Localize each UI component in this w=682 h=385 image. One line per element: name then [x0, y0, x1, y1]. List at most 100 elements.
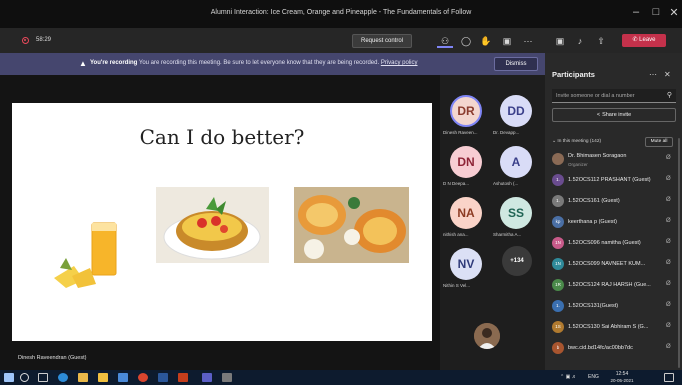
mic-off-icon: Ø	[666, 197, 671, 203]
recording-message: You're recording You are recording this …	[90, 60, 418, 66]
reactions-icon[interactable]: ✋	[478, 34, 494, 48]
gallery-tile[interactable]: NA nithish ana...	[442, 197, 492, 244]
tray-icons[interactable]: ⌃ ▣ ♬	[560, 374, 577, 380]
participant-row[interactable]: Dr. Bhimasen Soragaon Organizer Ø	[552, 149, 676, 169]
avatar: SS	[500, 197, 532, 229]
dismiss-button[interactable]: Dismiss	[494, 57, 538, 71]
panel-more-icon[interactable]: ⋯	[649, 70, 657, 79]
tile-name: Dinesh Raveen...	[443, 130, 478, 135]
share-screen-icon[interactable]: ⇧	[593, 34, 609, 48]
gallery-tile[interactable]: DD Dr. Devapp...	[492, 95, 542, 142]
camera-off-icon[interactable]: ▣	[552, 34, 568, 48]
clock-time[interactable]: 12:54	[606, 371, 638, 377]
avatar: DN	[450, 146, 482, 178]
participant-name: 1.52OCS112 PRASHANT (Guest)	[568, 177, 651, 183]
gallery-tile[interactable]: NV Nithin S Vel...	[442, 248, 492, 295]
avatar	[552, 153, 564, 165]
participant-name: bwc.cid.bd14fc/ac00bb7dc	[568, 345, 633, 351]
request-control-button[interactable]: Request control	[352, 34, 412, 48]
avatar: b	[552, 342, 564, 354]
teams-icon[interactable]	[202, 373, 212, 382]
invite-placeholder: Invite someone or dial a number	[556, 93, 635, 99]
participant-name: 1.52OCS096 namitha (Guest)	[568, 240, 641, 246]
participants-icon[interactable]: ⚇	[437, 34, 453, 48]
participant-role: Organizer	[568, 162, 588, 167]
mic-off-icon: Ø	[666, 239, 671, 245]
avatar: kp	[552, 216, 564, 228]
task-view-icon[interactable]	[38, 373, 48, 382]
language-indicator[interactable]: ENG	[588, 374, 599, 380]
participant-row[interactable]: 1. 1.52OCS131(Guest) Ø	[552, 296, 676, 316]
word-icon[interactable]	[158, 373, 168, 382]
participant-row[interactable]: kp keerthana p (Guest) Ø	[552, 212, 676, 232]
avatar: 1.	[552, 174, 564, 186]
search-icon[interactable]	[20, 373, 29, 382]
participant-row[interactable]: 1S 1.52OCS130 Sai Abhiram S (G... Ø	[552, 317, 676, 337]
more-actions-icon[interactable]: ⋯	[520, 34, 536, 48]
gallery-tile[interactable]: SS Sharmitha A...	[492, 197, 542, 244]
mic-off-icon: Ø	[666, 260, 671, 266]
participant-row[interactable]: b bwc.cid.bd14fc/ac00bb7dc Ø	[552, 338, 676, 358]
leave-button[interactable]: ✆ Leave	[622, 34, 666, 47]
participants-panel: Participants ⋯ ✕ Invite someone or dial …	[545, 53, 682, 370]
rooms-icon[interactable]: ▣	[499, 34, 515, 48]
panel-close-icon[interactable]: ✕	[664, 70, 671, 79]
mic-off-icon: Ø	[666, 344, 671, 350]
presentation-slide: Can I do better?	[12, 103, 432, 341]
participant-name: 1.52OCS130 Sai Abhiram S (G...	[568, 324, 649, 330]
gallery-tile[interactable]: A Ashutosh (...	[492, 146, 542, 193]
mute-all-button[interactable]: Mute all	[645, 137, 673, 147]
recording-banner: ▲ You're recording You are recording thi…	[0, 53, 545, 75]
avatar: 1S	[552, 321, 564, 333]
minimize-icon[interactable]: –	[626, 6, 646, 18]
privacy-policy-link[interactable]: Privacy policy	[381, 60, 418, 66]
gallery-tile[interactable]: DR Dinesh Raveen...	[442, 95, 492, 142]
participant-name: 1.52OCS124 RAJ HARSH (Gue...	[568, 282, 651, 288]
file-explorer-icon[interactable]	[98, 373, 108, 382]
participant-row[interactable]: 1N 1.52OCS099 NAVNEET KUM... Ø	[552, 254, 676, 274]
store-icon[interactable]	[78, 373, 88, 382]
edge-icon[interactable]	[58, 373, 68, 382]
gallery-tile[interactable]: DN D N Deepa...	[442, 146, 492, 193]
participant-row[interactable]: 1. 1.52OCS112 PRASHANT (Guest) Ø	[552, 170, 676, 190]
maximize-icon[interactable]: □	[646, 6, 666, 18]
mic-off-icon[interactable]: ♪	[572, 34, 588, 48]
presenter-name: Dinesh Raveendran (Guest)	[18, 355, 87, 361]
leave-label: Leave	[639, 37, 656, 43]
participant-row[interactable]: 1. 1.52OCS161 (Guest) Ø	[552, 191, 676, 211]
clock-date[interactable]: 20-05-2021	[606, 378, 638, 383]
panel-title: Participants	[552, 70, 595, 79]
avatar: 1N	[552, 258, 564, 270]
avatar: 1.	[552, 195, 564, 207]
chrome-icon[interactable]	[138, 373, 148, 382]
slide-title: Can I do better?	[139, 125, 305, 149]
mail-icon[interactable]	[118, 373, 128, 382]
pineapple-rice-image	[294, 187, 409, 263]
more-participants-badge[interactable]: +134	[502, 246, 532, 276]
avatar: NA	[450, 197, 482, 229]
mic-off-icon: Ø	[666, 302, 671, 308]
notifications-icon[interactable]	[664, 373, 674, 382]
tile-name: D N Deepa...	[443, 181, 470, 186]
settings-icon[interactable]	[222, 373, 232, 382]
recording-icon	[22, 37, 29, 44]
warning-icon: ▲	[79, 59, 87, 68]
tile-name: Nithin S Vel...	[443, 283, 471, 288]
powerpoint-icon[interactable]	[178, 373, 188, 382]
avatar: 1R	[552, 279, 564, 291]
in-meeting-section-toggle[interactable]: ⌄ In this meeting (142)	[552, 139, 601, 144]
chat-icon[interactable]: ◯	[458, 34, 474, 48]
participant-name: 1.52OCS131(Guest)	[568, 303, 619, 309]
participant-row[interactable]: 1N 1.52OCS096 namitha (Guest) Ø	[552, 233, 676, 253]
share-invite-button[interactable]: < Share invite	[552, 108, 676, 122]
panel-scrollbar[interactable]	[678, 138, 680, 368]
mic-off-icon: Ø	[666, 176, 671, 182]
close-icon[interactable]: ✕	[664, 6, 682, 19]
search-icon: ⚲	[666, 92, 672, 99]
title-bar: Alumni Interaction: Ice Cream, Orange an…	[0, 0, 682, 28]
orange-juice-image	[54, 222, 117, 288]
start-icon[interactable]	[4, 373, 14, 382]
participant-row[interactable]: 1R 1.52OCS124 RAJ HARSH (Gue... Ø	[552, 275, 676, 295]
invite-search-input[interactable]: Invite someone or dial a number ⚲	[552, 89, 676, 103]
avatar: 1.	[552, 300, 564, 312]
